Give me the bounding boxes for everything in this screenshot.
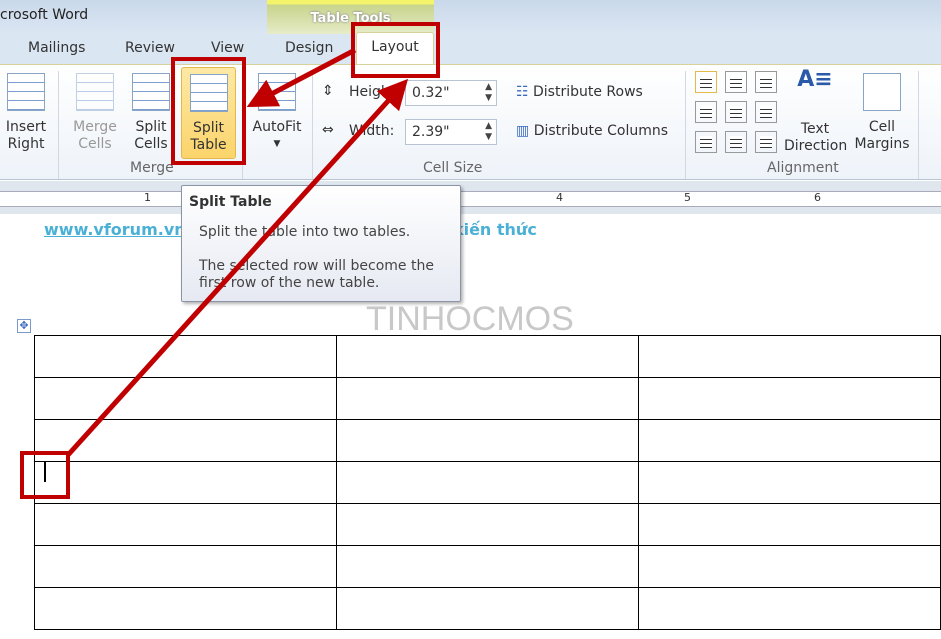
arrow-to-layout	[66, 78, 409, 457]
arrow-to-split-table	[246, 47, 357, 107]
annotation-overlay	[20, 22, 440, 499]
highlight-box-cursor	[20, 451, 70, 499]
highlight-box-split-table	[171, 57, 246, 165]
highlight-box-layout	[351, 22, 440, 78]
